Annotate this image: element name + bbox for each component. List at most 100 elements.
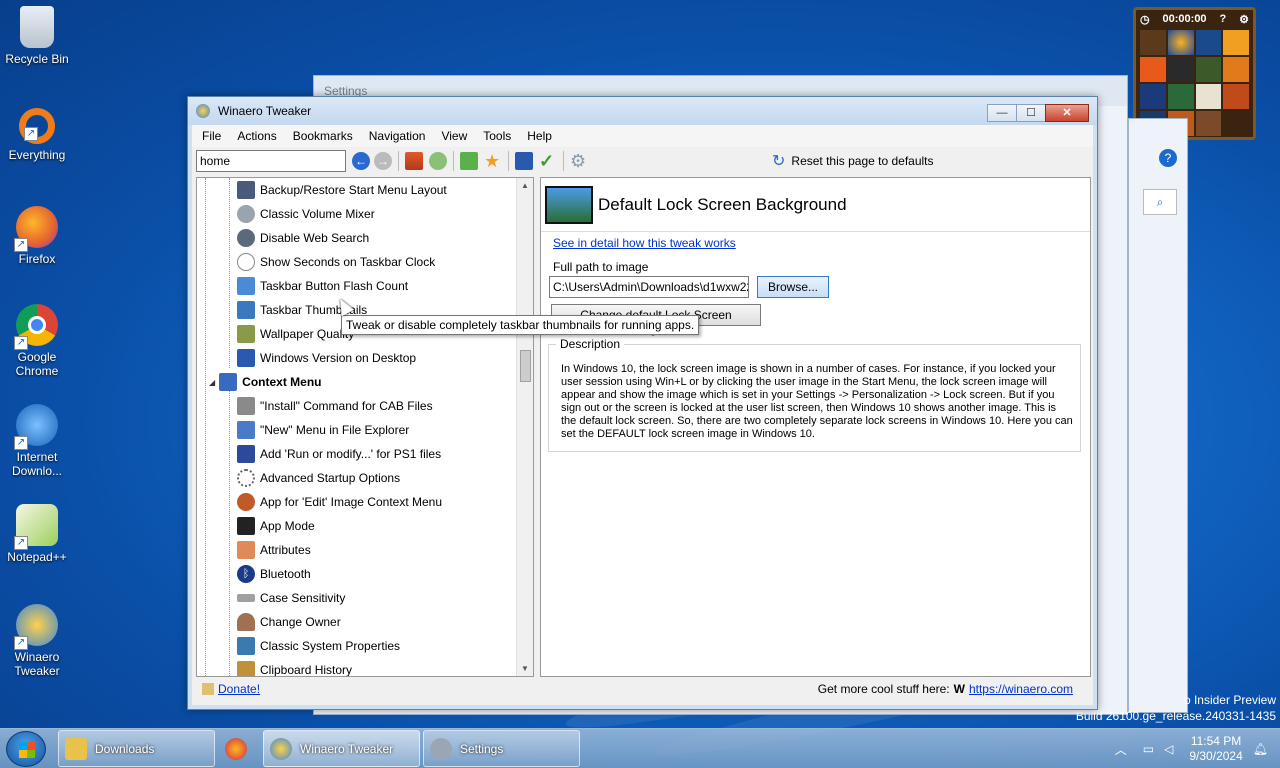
- menu-navigation[interactable]: Navigation: [361, 129, 434, 143]
- search-input[interactable]: home: [196, 150, 346, 172]
- tree-item-add-run-or-modify-for-ps1-files[interactable]: Add 'Run or modify...' for PS1 files: [237, 442, 533, 466]
- scroll-down-arrow-icon[interactable]: ▼: [521, 664, 529, 673]
- tree-item-classic-volume-mixer[interactable]: Classic Volume Mixer: [237, 202, 533, 226]
- puzzle-tile[interactable]: [1167, 30, 1194, 55]
- menu-file[interactable]: File: [194, 129, 229, 143]
- scroll-thumb[interactable]: [520, 350, 531, 382]
- maximize-button[interactable]: ☐: [1016, 104, 1046, 122]
- shortcut-arrow-icon: ↗: [14, 636, 28, 650]
- taskbar-button-winaero-tweaker[interactable]: Winaero Tweaker: [263, 730, 420, 767]
- refresh-icon[interactable]: [429, 152, 447, 170]
- tree-item-advanced-startup-options[interactable]: Advanced Startup Options: [237, 466, 533, 490]
- desktop-icon-everything[interactable]: ↗ Everything: [2, 108, 72, 162]
- tree-item-change-owner[interactable]: Change Owner: [237, 610, 533, 634]
- tree-item-show-seconds-on-taskbar-clock[interactable]: Show Seconds on Taskbar Clock: [237, 250, 533, 274]
- desktop-icon-notepad-plus-plus[interactable]: ↗ Notepad++: [2, 504, 72, 564]
- title-bar[interactable]: Winaero Tweaker — ☐ ✕: [188, 97, 1097, 125]
- menu-actions[interactable]: Actions: [229, 129, 284, 143]
- reset-page-button[interactable]: ↻ Reset this page to defaults: [772, 151, 934, 171]
- attributes-icon: [237, 541, 255, 559]
- notification-bell-icon[interactable]: 🔔︎: [1253, 742, 1268, 756]
- background-window-edge[interactable]: ? ⌕: [1128, 118, 1188, 713]
- expand-arrow-icon[interactable]: ◢: [209, 378, 215, 387]
- bookmarks-star-icon[interactable]: ★: [484, 152, 502, 170]
- browse-button[interactable]: Browse...: [757, 276, 829, 298]
- tweak-tree[interactable]: Backup/Restore Start Menu Layout Classic…: [196, 177, 534, 677]
- shortcut-icon[interactable]: [515, 152, 533, 170]
- tweak-detail-link[interactable]: See in detail how this tweak works: [553, 236, 736, 250]
- forward-icon[interactable]: →: [374, 152, 392, 170]
- tree-item-install-command-for-cab-files[interactable]: "Install" Command for CAB Files: [237, 394, 533, 418]
- tree-item-case-sensitivity[interactable]: Case Sensitivity: [237, 586, 533, 610]
- settings-gear-icon: [430, 737, 452, 760]
- puzzle-tile[interactable]: [1223, 111, 1249, 136]
- tree-item-backup-restore-start-menu-layout[interactable]: Backup/Restore Start Menu Layout: [237, 178, 533, 202]
- taskbar-button-settings[interactable]: Settings: [423, 730, 580, 767]
- winaero-tweaker-window[interactable]: Winaero Tweaker — ☐ ✕ File Actions Bookm…: [187, 96, 1098, 710]
- puzzle-tile[interactable]: [1195, 30, 1222, 55]
- back-icon[interactable]: ←: [352, 152, 370, 170]
- tree-item-app-mode[interactable]: App Mode: [237, 514, 533, 538]
- tree-item-new-menu-in-file-explorer[interactable]: "New" Menu in File Explorer: [237, 418, 533, 442]
- puzzle-tile[interactable]: [1223, 30, 1249, 55]
- desktop-icon-internet-download-manager[interactable]: ↗ Internet Downlo...: [2, 404, 72, 478]
- winaero-url-link[interactable]: https://winaero.com: [969, 682, 1073, 696]
- help-icon[interactable]: ?: [1159, 149, 1177, 167]
- desktop-icon-google-chrome[interactable]: ↗ Google Chrome: [2, 304, 72, 378]
- desktop-icon-recycle-bin[interactable]: Recycle Bin: [2, 6, 72, 66]
- donate-link[interactable]: Donate!: [218, 682, 260, 696]
- image-path-input[interactable]: C:\Users\Admin\Downloads\d1wxw22-a: [549, 276, 749, 298]
- puzzle-tile[interactable]: [1223, 57, 1249, 82]
- apply-check-icon[interactable]: ✓: [539, 152, 557, 170]
- puzzle-tile[interactable]: [1140, 84, 1166, 109]
- tree-item-attributes[interactable]: Attributes: [237, 538, 533, 562]
- menu-bookmarks[interactable]: Bookmarks: [285, 129, 361, 143]
- settings-gear-icon[interactable]: ⚙: [570, 152, 588, 170]
- bluetooth-icon: ᛒ: [237, 565, 255, 583]
- minimize-button[interactable]: —: [987, 104, 1017, 122]
- volume-icon[interactable]: ◁: [1164, 742, 1173, 756]
- tree-item-taskbar-button-flash-count[interactable]: Taskbar Button Flash Count: [237, 274, 533, 298]
- gadget-settings-button[interactable]: ⚙: [1239, 13, 1249, 26]
- menu-help[interactable]: Help: [519, 129, 560, 143]
- scroll-up-arrow-icon[interactable]: ▲: [521, 181, 529, 190]
- tree-item-clipboard-history[interactable]: Clipboard History: [237, 658, 533, 676]
- tree-item-windows-version-on-desktop[interactable]: Windows Version on Desktop: [237, 346, 533, 370]
- menu-view[interactable]: View: [433, 129, 475, 143]
- desktop-icon-firefox[interactable]: ↗ Firefox: [2, 206, 72, 266]
- case-sensitivity-icon: [237, 594, 255, 602]
- tree-item-bluetooth[interactable]: ᛒ Bluetooth: [237, 562, 533, 586]
- taskbar-button-firefox[interactable]: [218, 730, 260, 767]
- puzzle-tile[interactable]: [1223, 84, 1249, 109]
- menu-tools[interactable]: Tools: [475, 129, 519, 143]
- panel-header: Default Lock Screen Background: [541, 178, 1090, 232]
- gadget-help-button[interactable]: ?: [1219, 13, 1226, 25]
- tree-item-classic-system-properties[interactable]: Classic System Properties: [237, 634, 533, 658]
- tree-item-disable-web-search[interactable]: Disable Web Search: [237, 226, 533, 250]
- network-icon[interactable]: ▭: [1143, 742, 1154, 756]
- app-mode-icon: [237, 517, 255, 535]
- tree-scrollbar[interactable]: ▲ ▼: [516, 178, 533, 676]
- puzzle-tile[interactable]: [1140, 30, 1166, 55]
- desktop-icon-label: Firefox: [18, 252, 56, 266]
- reset-page-label: Reset this page to defaults: [791, 154, 934, 168]
- puzzle-tile[interactable]: [1140, 57, 1166, 82]
- add-bookmark-icon[interactable]: [460, 152, 478, 170]
- search-icon[interactable]: ⌕: [1143, 189, 1177, 215]
- tree-item-app-for-edit-image-context-menu[interactable]: App for 'Edit' Image Context Menu: [237, 490, 533, 514]
- desktop-icon-winaero-tweaker[interactable]: ↗ Winaero Tweaker: [2, 604, 72, 678]
- taskbar-button-downloads[interactable]: Downloads: [58, 730, 215, 767]
- close-button[interactable]: ✕: [1045, 104, 1089, 122]
- promo-text: Get more cool stuff here:: [817, 682, 950, 696]
- clock[interactable]: 11:54 PM 9/30/2024: [1189, 734, 1242, 764]
- tree-category-context-menu[interactable]: ◢ Context Menu: [209, 370, 529, 394]
- puzzle-tile[interactable]: [1195, 57, 1222, 82]
- start-button[interactable]: [6, 731, 46, 767]
- puzzle-tile[interactable]: [1195, 84, 1222, 109]
- taskbar-flash-icon: [237, 277, 255, 295]
- puzzle-tile[interactable]: [1167, 84, 1194, 109]
- home-icon[interactable]: [405, 152, 423, 170]
- puzzle-tile[interactable]: [1167, 57, 1194, 82]
- puzzle-tile[interactable]: [1195, 111, 1222, 136]
- show-hidden-icons-chevron-icon[interactable]: ︿: [1115, 741, 1127, 758]
